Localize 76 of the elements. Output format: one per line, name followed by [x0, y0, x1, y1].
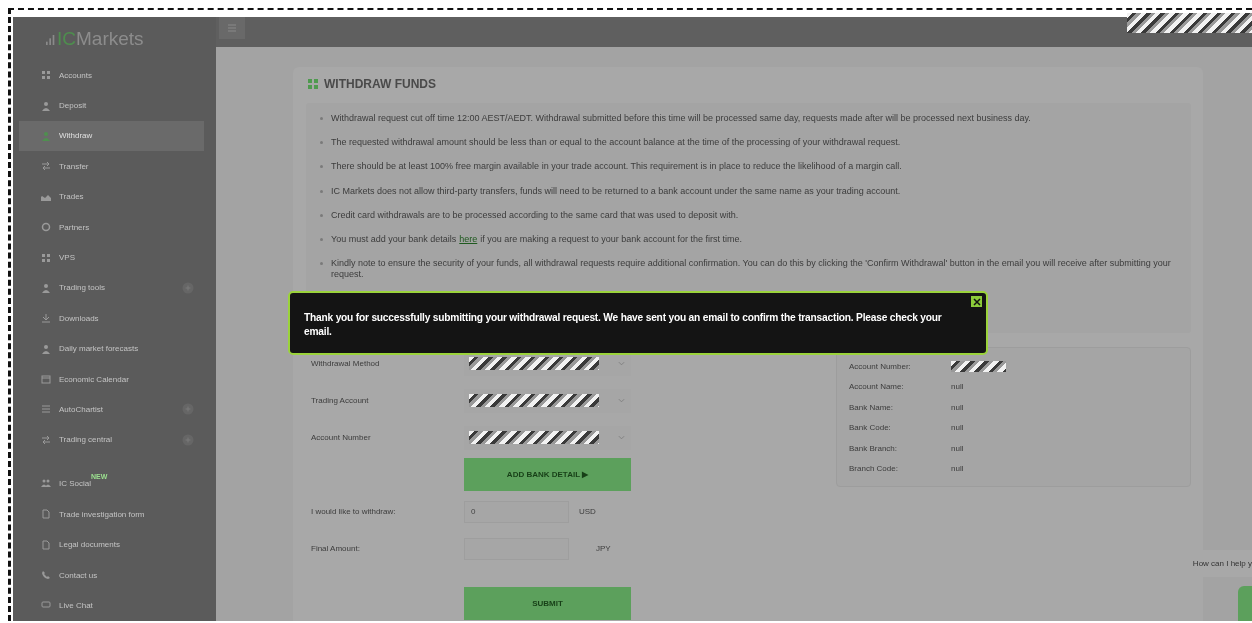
currency-label: USD — [579, 507, 596, 516]
sidebar-item[interactable]: Accounts — [19, 60, 204, 91]
sidebar-item[interactable]: Trades — [19, 181, 204, 212]
grid-icon — [41, 252, 51, 263]
bullet-icon — [320, 262, 323, 266]
close-icon — [972, 297, 981, 306]
detail-label: Bank Branch: — [849, 443, 899, 453]
calendar-icon — [41, 374, 51, 385]
download-icon — [41, 313, 51, 324]
detail-label: Account Name: — [849, 382, 905, 392]
note-text: IC Markets does not allow third-party transfers, funds will need to be returned to a bank account under the same name as your trading account. — [331, 185, 902, 197]
currency-label: JPY — [596, 544, 611, 553]
sidebar-item[interactable]: Deposit — [19, 90, 204, 121]
chat-icon — [41, 600, 51, 611]
detail-label: Branch Code: — [849, 464, 899, 474]
submit-button[interactable]: SUBMIT — [464, 587, 631, 620]
note-text: Withdrawal request cut off time 12:00 AEST/AEDT. Withdrawal submitted before this time will be processed same day, requests made after will be processed next business day. — [331, 113, 1032, 124]
amount-field[interactable]: 0 — [464, 500, 569, 523]
people-icon — [41, 478, 51, 489]
bullet-icon — [320, 165, 323, 169]
person-icon — [41, 343, 51, 354]
sidebar-item[interactable]: Contact us — [19, 559, 204, 591]
sidebar-item[interactable]: Downloads — [19, 303, 204, 334]
detail-value: null — [951, 382, 964, 392]
sidebar-item[interactable]: Daily market forecasts — [19, 333, 204, 364]
note-text: There should be at least 100% free margin available in your trade account. This requirement is in place to reduce the likelihood of a margin call. — [331, 161, 903, 173]
close-button[interactable] — [971, 296, 982, 307]
arrows-icon — [41, 161, 51, 172]
sidebar-item[interactable]: Transfer — [19, 151, 204, 182]
sidebar-item[interactable]: Economic Calendar — [19, 363, 204, 395]
bullet-icon — [320, 213, 323, 217]
here-link[interactable]: here — [459, 233, 478, 245]
phone-icon — [41, 570, 51, 581]
add-bank-detail-button[interactable]: ADD BANK DETAIL ▶ — [464, 458, 631, 491]
list-icon — [41, 404, 51, 415]
detail-value: null — [951, 464, 964, 474]
caret-icon — [618, 435, 625, 440]
detail-label: Bank Name: — [849, 402, 895, 412]
card-title: WITHDRAW FUNDS — [324, 77, 436, 91]
detail-value: null — [951, 402, 964, 412]
caret-icon — [618, 361, 625, 366]
sidebar-item[interactable]: Partners — [19, 211, 204, 243]
note-text: The requested withdrawal amount should be less than or equal to the account balance at the time of the processing of your withdrawal request. — [331, 137, 902, 149]
person-icon — [41, 282, 51, 293]
grid-icon — [308, 79, 318, 89]
sidebar-item[interactable]: Trade investigation form — [19, 499, 204, 530]
person-icon — [41, 100, 51, 111]
doc-icon — [41, 539, 51, 550]
field-label: Withdrawal Method — [311, 359, 381, 368]
field-label: Final Amount: — [311, 544, 361, 553]
bullet-icon — [320, 141, 323, 145]
note-text: You must add your bank details here if you are making a request to your bank account for the first time. — [331, 233, 743, 245]
detail-value: null — [951, 443, 964, 453]
bullet-icon — [320, 237, 323, 241]
doc-icon — [41, 509, 51, 520]
field-label: Trading Account — [311, 396, 370, 405]
bullet-icon — [320, 189, 323, 193]
caret-icon — [618, 398, 625, 403]
detail-value: null — [951, 423, 964, 433]
bullet-icon — [320, 117, 323, 120]
note-text: Kindly note to ensure the security of your funds, all withdrawal requests require additional confirmation. You can do this by clicking the 'Confirm Withdrawal' button in the email you will receive after submitting your request. — [331, 258, 1172, 281]
field-label: Account Number — [311, 433, 372, 442]
person-icon — [41, 130, 51, 141]
detail-label: Bank Code: — [849, 423, 892, 433]
sidebar-item[interactable]: Trading tools — [19, 272, 204, 304]
note-text: Credit card withdrawals are to be processed according to the same card that was used to deposit with. — [331, 209, 740, 221]
sidebar-item[interactable]: Live Chat — [19, 590, 204, 621]
sidebar-item[interactable]: AutoChartist — [19, 394, 204, 425]
grid-icon — [41, 70, 51, 81]
sidebar-item[interactable]: VPS — [19, 242, 204, 273]
toast-message: Thank you for successfully submitting your withdrawal request. We have sent you an email to confirm the transaction. Please check your email. — [304, 311, 943, 339]
arrows-icon — [41, 434, 51, 445]
detail-label: Account Number: — [849, 361, 912, 371]
sidebar-item[interactable]: Withdraw — [19, 120, 204, 152]
sidebar-item[interactable]: Legal documents — [19, 529, 204, 560]
sidebar-item[interactable]: Trading central — [19, 424, 204, 456]
